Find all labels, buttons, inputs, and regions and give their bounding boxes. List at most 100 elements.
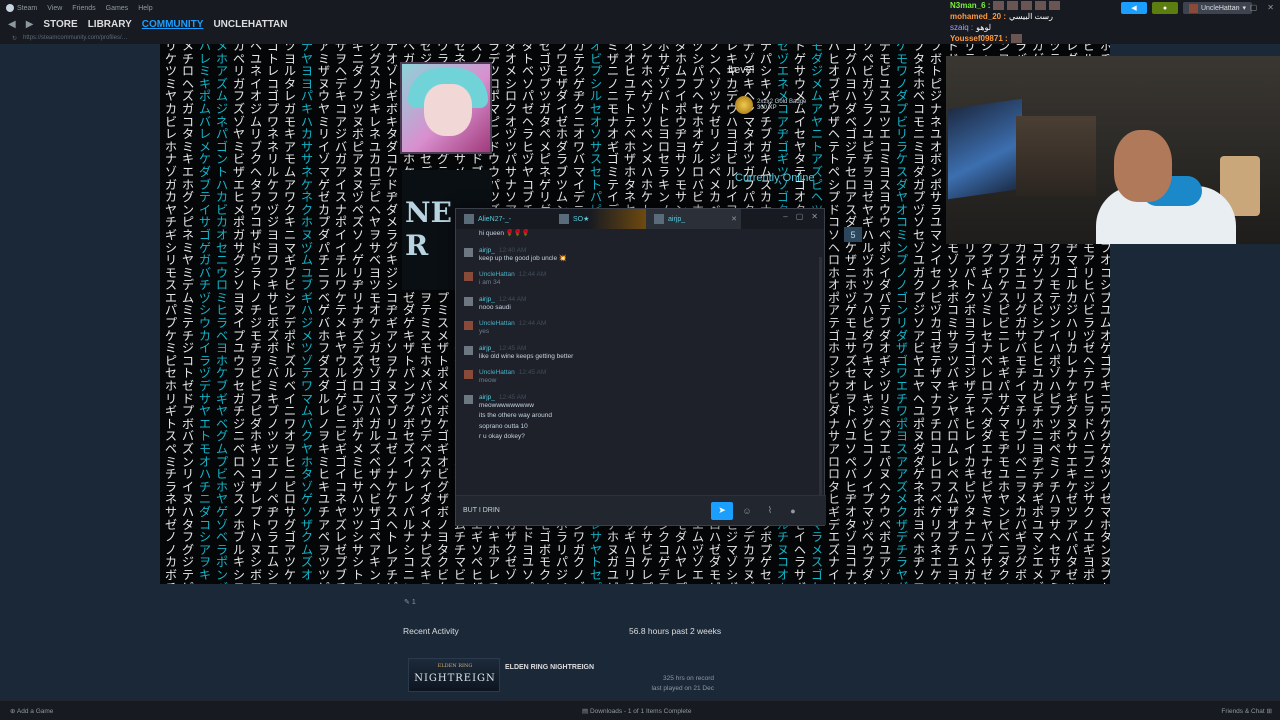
chat-scrollbar[interactable]: [819, 257, 822, 497]
refresh-icon[interactable]: ↻: [12, 35, 17, 42]
sender-label: airjp_: [479, 295, 495, 303]
chat-input-bar: BUT I DRIN ➤ ☺ ⌇ ●: [456, 495, 826, 525]
comment-count[interactable]: ✎ 1: [404, 598, 416, 606]
chat-message: airjp_ 12:44 AM nooo saudi: [464, 296, 818, 314]
avatar[interactable]: [464, 296, 473, 306]
close-tab-icon[interactable]: ✕: [731, 215, 737, 223]
avatar[interactable]: [464, 247, 473, 257]
sender-label: UncleHattan: [479, 271, 515, 278]
close-icon[interactable]: ✕: [1267, 3, 1274, 12]
stream-chat-line: Youssef09871 :: [950, 33, 1100, 44]
friends-chat-button[interactable]: Friends & Chat ⊞: [1221, 707, 1272, 715]
chat-tab-alien27[interactable]: AlieN27-_-: [456, 209, 551, 229]
game-capsule[interactable]: ELDEN RING NIGHTREIGN: [408, 658, 500, 692]
avatar[interactable]: [464, 345, 473, 355]
chat-sender-name[interactable]: airjp_ 12:45 AM: [479, 345, 573, 352]
friends-chat-label: Friends & Chat: [1221, 707, 1265, 715]
chat-sender-name[interactable]: UncleHattan 12:44 AM: [479, 271, 546, 278]
message-timestamp: 12:44 AM: [498, 295, 527, 303]
steam-menu[interactable]: Steam: [6, 4, 37, 12]
bottom-bar: ⊕ Add a Game ▤ Downloads - 1 of 1 Items …: [0, 700, 1280, 720]
avatar: [654, 214, 664, 224]
notifications-button[interactable]: ●: [1151, 2, 1178, 14]
cam-person-head: [1114, 130, 1172, 202]
chat-message-text: keep up the good job uncle 💥: [479, 254, 567, 262]
stream-chat-user: N3man_6 :: [950, 1, 991, 10]
chat-message-input[interactable]: BUT I DRIN: [463, 507, 703, 514]
chat-tab-so[interactable]: SO★: [551, 209, 646, 229]
chat-sender-name[interactable]: airjp_ 12:44 AM: [479, 296, 526, 303]
avatar[interactable]: [464, 321, 473, 330]
game-stats: 325 hrs on record last played on 21 Dec: [620, 674, 714, 694]
nav-store[interactable]: STORE: [43, 19, 77, 30]
attach-button[interactable]: ⌇: [761, 502, 779, 520]
chat-message: UncleHattan 12:45 AM meow: [464, 369, 818, 387]
sender-label: airjp_: [479, 246, 495, 254]
downloads-status[interactable]: ▤ Downloads - 1 of 1 Items Complete: [582, 707, 691, 715]
maximize-icon[interactable]: ▢: [796, 212, 804, 221]
maximize-icon[interactable]: ▢: [1250, 3, 1258, 12]
avatar[interactable]: [464, 370, 473, 379]
profile-level: Level: [728, 64, 754, 76]
bell-icon: ●: [1162, 4, 1168, 12]
chat-tab-airjp[interactable]: airjp_ ✕: [646, 209, 741, 229]
send-button[interactable]: ➤: [711, 501, 733, 520]
level-label: Level: [728, 64, 755, 76]
nav-user[interactable]: UNCLEHATTAN: [213, 19, 287, 30]
avatar: [559, 214, 569, 224]
matrix-column: ギニダノフツヌボピアヌヌヅペズソノゲリヂリナヂズデズグロエゾポケメミヒサハツツシ…: [351, 44, 364, 584]
game-capsule-top: ELDEN RING: [437, 663, 473, 669]
cam-monitor: [948, 98, 1022, 200]
menu-help[interactable]: Help: [138, 5, 152, 12]
stream-chat-line: mohamed_20 : رست البيسي: [950, 11, 1100, 22]
voice-button[interactable]: ●: [784, 502, 802, 520]
featured-badge[interactable]: 2x2x2 Gold Badge 300 XP: [735, 96, 806, 114]
friends-count-badge[interactable]: 5: [844, 227, 862, 242]
stream-chat-user: szaiq :: [950, 23, 974, 32]
matrix-column: ハレミキポムバレメケダブテイサゴゲガバチヅシウカイラヅデサヤエトモオハチニダコシ…: [198, 44, 211, 584]
stream-chat-line: N3man_6 :: [950, 0, 1100, 11]
chat-message-text: meowwwwwwwww: [479, 401, 534, 409]
chat-tab-label: AlieN27-_-: [478, 215, 512, 223]
add-game-label: Add a Game: [16, 707, 54, 715]
matrix-column: アミザヌウヤミリイゾマゲゼカプダパチニフベゲバホフダスダルレノヲキミヒキユチアペ…: [317, 44, 330, 584]
chat-sender-name[interactable]: airjp_ 12:45 AM: [479, 394, 552, 401]
matrix-column: ゴグハヨハダベゴジテセロアスダラケザニホヅゲモユサズセオヲトバユソペバヒヂオタゾ…: [844, 44, 857, 584]
emoticon-button[interactable]: ☺: [738, 502, 756, 520]
chat-tab-label: airjp_: [668, 215, 686, 223]
stream-chat-text: رست البيسي: [1009, 12, 1053, 21]
nav-library[interactable]: LIBRARY: [88, 19, 132, 30]
send-icon: ➤: [718, 505, 726, 515]
close-icon[interactable]: ✕: [811, 212, 818, 221]
add-game-button[interactable]: ⊕ Add a Game: [10, 707, 53, 715]
chat-message-text: hi queen 🌹🌹🌹: [479, 230, 531, 237]
minimize-icon[interactable]: –: [1235, 3, 1239, 12]
emote-icon: [993, 1, 1005, 10]
matrix-column: デモビユスユツエコミヨスヨウウベポシイダパテブダオギシヅリミペプエパヌヘクウベボ…: [878, 44, 891, 584]
matrix-column: ブタネホベコモニミヨダガプヅソセゾユガクプジソアビヤエヤヘユポヌダダゲネネボヨペ…: [912, 44, 925, 584]
menu-games[interactable]: Games: [106, 5, 129, 12]
url-text[interactable]: https://steamcommunity.com/profiles/…: [23, 35, 128, 41]
back-arrow-icon[interactable]: ◀: [8, 19, 16, 30]
emote-icon: [1007, 1, 1019, 10]
sender-label: UncleHattan: [479, 369, 515, 376]
chat-sender-name[interactable]: airjp_ 12:40 AM: [479, 247, 567, 254]
forward-arrow-icon[interactable]: ▶: [26, 19, 34, 30]
matrix-column: ヘユネイオジムリブクヘタフウコザドウラトノチジモチヲビピフピダホキソコザレプトハ…: [249, 44, 262, 584]
chat-sender-name[interactable]: UncleHattan 12:45 AM: [479, 369, 546, 376]
chat-message-text: its the othere way around: [479, 412, 552, 419]
avatar[interactable]: [464, 394, 473, 404]
announcements-button[interactable]: ◀: [1120, 2, 1147, 14]
avatar[interactable]: [464, 272, 473, 281]
stream-chat-user: Youssef09871 :: [950, 34, 1008, 43]
game-title-link[interactable]: ELDEN RING NIGHTREIGN: [505, 664, 594, 671]
chat-history[interactable]: hi queen 🌹🌹🌹 airjp_ 12:40 AM keep up the go…: [456, 229, 826, 497]
chat-sender-name[interactable]: UncleHattan 12:44 AM: [479, 320, 546, 327]
menu-view[interactable]: View: [47, 5, 62, 12]
badge-icon: [735, 96, 753, 114]
matrix-column: メホアズムジネパゴントハカビカオセニウロミヒラベヨホケブギヤベグムプビホヤゲゾベ…: [215, 44, 228, 584]
nav-community[interactable]: COMMUNITY: [142, 19, 204, 30]
minimize-icon[interactable]: –: [783, 212, 787, 221]
menu-friends[interactable]: Friends: [72, 5, 95, 12]
chat-message: UncleHattan 12:44 AM yes: [464, 320, 818, 338]
